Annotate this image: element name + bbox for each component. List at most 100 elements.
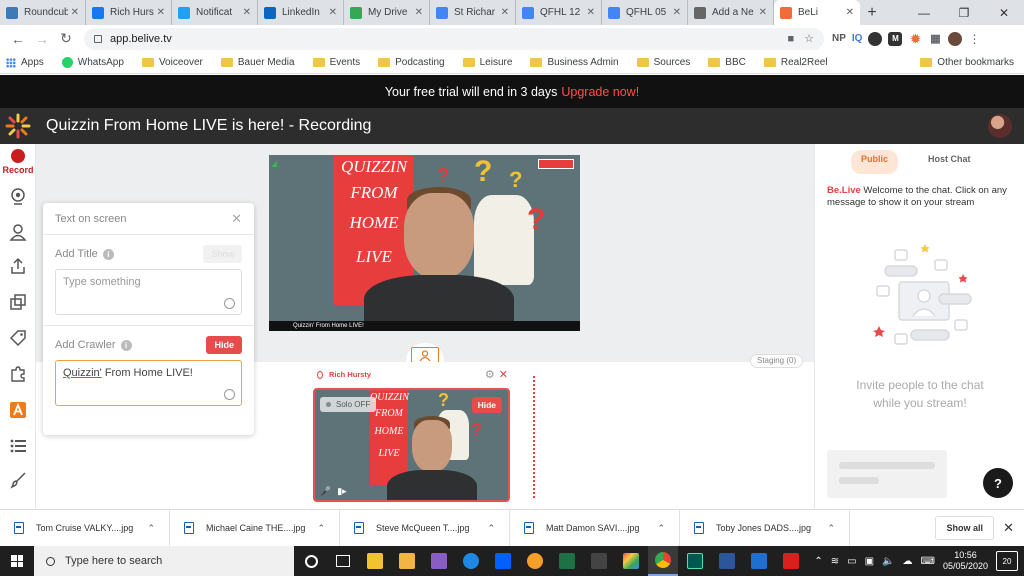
chevron-up-icon[interactable]: ⌃ (147, 523, 155, 534)
browser-tab[interactable]: Notificat ✕ (172, 0, 258, 25)
bookmark-item[interactable]: Leisure (462, 57, 512, 68)
help-button[interactable]: ? (983, 468, 1013, 498)
welcome-message[interactable]: Be.Live Welcome to the chat. Click on an… (827, 185, 1015, 209)
close-tab-icon[interactable]: ✕ (71, 7, 79, 18)
title-input[interactable]: Type something (55, 269, 242, 315)
browser-tab[interactable]: LinkedIn ✕ (258, 0, 344, 25)
close-tab-icon[interactable]: ✕ (673, 7, 681, 18)
close-downloads-icon[interactable]: ✕ (1003, 520, 1014, 536)
omnibox[interactable]: app.belive.tv ■ ☆ (84, 27, 824, 50)
chevron-up-icon[interactable]: ⌃ (487, 523, 495, 534)
tab-public[interactable]: Public (851, 150, 899, 174)
main-video-preview[interactable]: ◢ QUIZZIN FROM HOME LIVE ? ? ? ? Quizzin… (269, 155, 580, 331)
meet-now-icon[interactable]: ▣ (865, 556, 874, 567)
star-icon[interactable]: ☆ (804, 32, 814, 45)
guest-user-icon[interactable] (8, 222, 28, 242)
keyboard-icon[interactable]: ⌨ (921, 556, 935, 567)
battery-icon[interactable]: ▭ (847, 556, 856, 567)
close-tab-icon[interactable]: ✕ (759, 7, 767, 18)
notifications-button[interactable]: 20 (996, 551, 1018, 571)
crawler-input[interactable]: Quizzin' From Home LIVE! (55, 360, 242, 406)
browser-tab[interactable]: Rich Hurs ✕ (86, 0, 172, 25)
extension-belive-icon[interactable]: ✹ (908, 31, 923, 46)
audition-icon[interactable] (680, 546, 710, 576)
bookmark-item[interactable]: Voiceover (141, 57, 203, 68)
layers-scenes-icon[interactable] (8, 292, 28, 312)
chrome-menu-icon[interactable]: ⋮ (968, 32, 980, 46)
app-orange-icon[interactable] (520, 546, 550, 576)
edge-icon[interactable] (456, 546, 486, 576)
webcam-icon[interactable] (8, 186, 28, 206)
camera-icon[interactable]: ▮▸ (337, 486, 346, 497)
emoji-icon[interactable] (224, 389, 235, 400)
app-dark-icon[interactable] (584, 546, 614, 576)
url-text[interactable]: app.belive.tv (110, 33, 777, 45)
chrome-icon[interactable] (648, 546, 678, 576)
bookmark-item[interactable]: Business Admin (530, 57, 619, 68)
volume-icon[interactable]: 🔈 (882, 556, 894, 567)
guest-hide-button[interactable]: Hide (471, 397, 502, 413)
bookmark-item[interactable]: Bauer Media (220, 57, 295, 68)
task-view-icon[interactable] (328, 546, 358, 576)
bookmark-item[interactable]: Sources (636, 57, 690, 68)
close-tab-icon[interactable]: ✕ (415, 7, 423, 18)
app-purple-icon[interactable] (424, 546, 454, 576)
extension-iq[interactable]: IQ (852, 33, 863, 44)
onedrive-icon[interactable]: ☁ (903, 556, 913, 567)
store-icon[interactable] (392, 546, 422, 576)
show-all-button[interactable]: Show all (935, 516, 994, 540)
share-upload-icon[interactable] (8, 256, 28, 276)
file-explorer-icon[interactable] (360, 546, 390, 576)
extension-m-icon[interactable]: M (888, 31, 903, 46)
cortana-icon[interactable] (296, 546, 326, 576)
close-tab-icon[interactable]: ✕ (243, 7, 251, 18)
reload-button[interactable]: ↻ (54, 28, 78, 50)
download-item[interactable]: Steve McQueen T....jpg ⌃ (340, 509, 510, 547)
close-tab-icon[interactable]: ✕ (846, 7, 854, 18)
download-item[interactable]: Matt Damon SAVI....jpg ⌃ (510, 509, 680, 547)
chat-input-placeholder[interactable] (827, 450, 947, 498)
download-item[interactable]: Michael Caine THE....jpg ⌃ (170, 509, 340, 547)
chevron-up-icon[interactable]: ⌃ (814, 556, 822, 567)
chevron-up-icon[interactable]: ⌃ (317, 523, 325, 534)
bookmark-item[interactable]: Events (312, 57, 360, 68)
camera-icon[interactable]: ■ (787, 33, 794, 45)
info-icon[interactable]: i (102, 248, 114, 260)
close-tab-icon[interactable]: ✕ (157, 7, 165, 18)
extension-puzzle-icon[interactable]: ▦ (928, 31, 943, 46)
other-bookmarks[interactable]: Other bookmarks (920, 57, 1014, 68)
microphone-icon[interactable]: 🎤 (320, 486, 331, 497)
record-button[interactable]: Record (0, 149, 36, 175)
close-icon[interactable]: ✕ (231, 211, 242, 227)
chevron-up-icon[interactable]: ⌃ (657, 523, 665, 534)
close-tab-icon[interactable]: ✕ (329, 7, 337, 18)
puzzle-icon[interactable] (8, 364, 28, 384)
chevron-up-icon[interactable]: ⌃ (827, 523, 835, 534)
title-show-button[interactable]: Show (203, 245, 242, 263)
new-tab-button[interactable]: + (860, 0, 884, 25)
start-button[interactable] (0, 546, 34, 576)
browser-tab[interactable]: QFHL 05 ✕ (602, 0, 688, 25)
browser-tab[interactable]: My Drive ✕ (344, 0, 430, 25)
profile-avatar-icon[interactable] (948, 31, 963, 46)
crawler-hide-button[interactable]: Hide (206, 336, 242, 354)
browser-tab[interactable]: QFHL 12 ✕ (516, 0, 602, 25)
list-icon[interactable] (8, 436, 28, 456)
browser-tab[interactable]: St Richar ✕ (430, 0, 516, 25)
bookmark-item[interactable]: BBC (708, 57, 746, 68)
extension-np[interactable]: NP (832, 33, 846, 44)
close-tab-icon[interactable]: ✕ (501, 7, 509, 18)
bookmark-item[interactable]: Real2Reel (763, 57, 828, 68)
download-item[interactable]: Tom Cruise VALKY....jpg ⌃ (0, 509, 170, 547)
acrobat-icon[interactable] (776, 546, 806, 576)
bookmark-item[interactable]: Podcasting (378, 57, 445, 68)
info-icon[interactable]: i (120, 339, 132, 351)
clock[interactable]: 10:56 05/05/2020 (943, 550, 988, 572)
upgrade-link[interactable]: Upgrade now! (561, 85, 639, 99)
extension-dark-icon[interactable] (868, 31, 883, 46)
download-item[interactable]: Toby Jones DADS....jpg ⌃ (680, 509, 850, 547)
tab-host-chat[interactable]: Host Chat (918, 150, 981, 174)
dropbox-icon[interactable] (488, 546, 518, 576)
solo-toggle[interactable]: Solo OFF (320, 397, 377, 412)
maximize-button[interactable]: ❐ (944, 0, 984, 25)
